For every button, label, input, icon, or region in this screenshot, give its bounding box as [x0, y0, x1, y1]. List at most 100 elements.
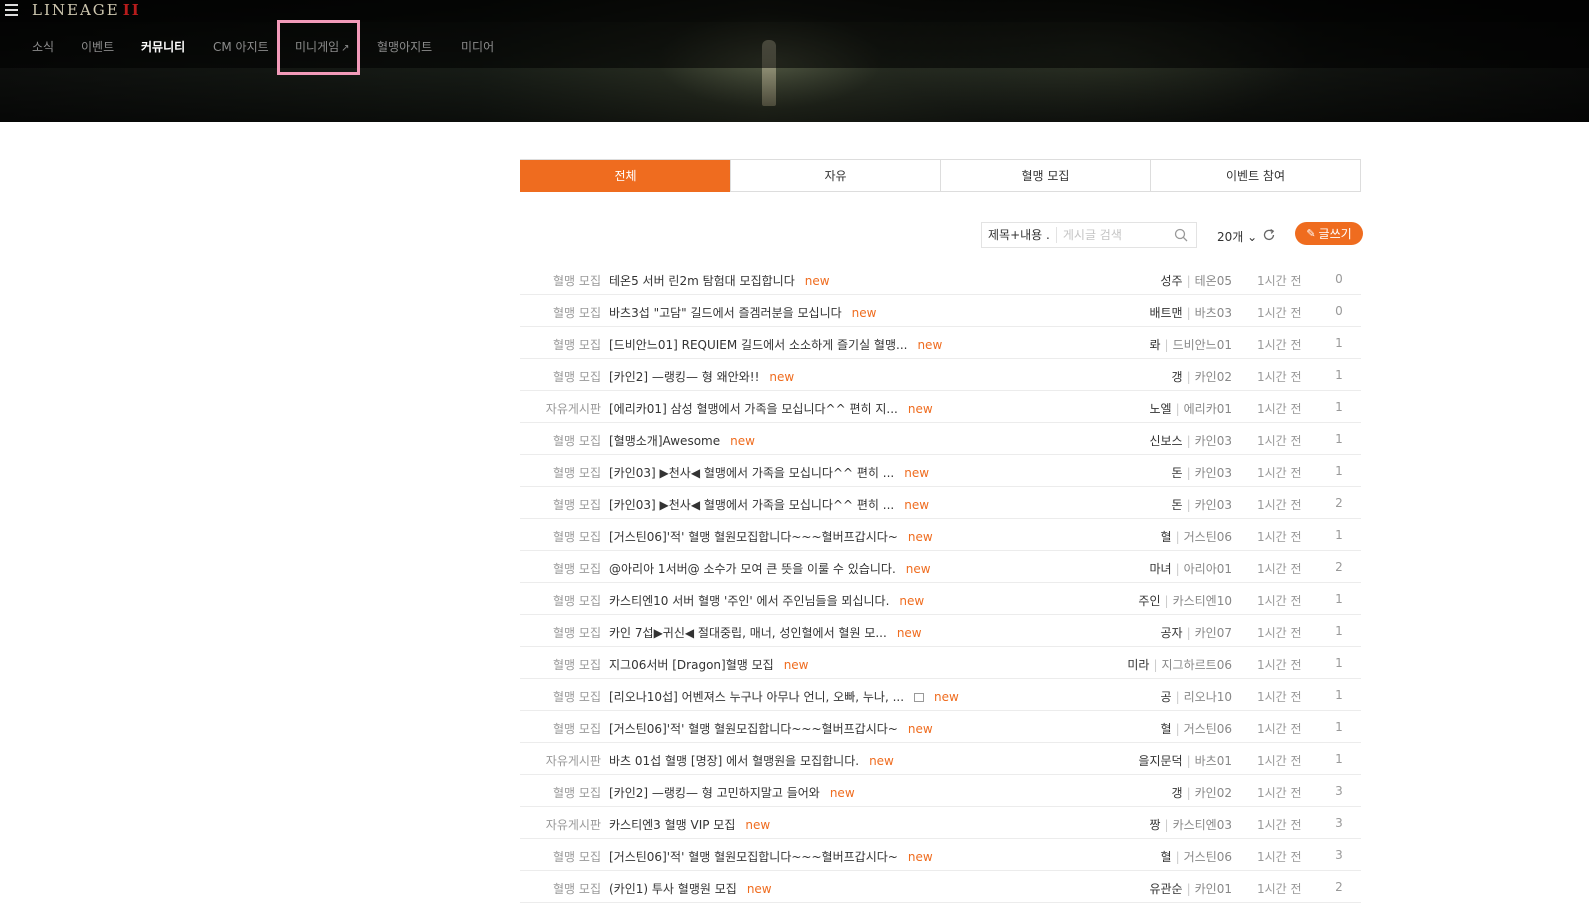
post-title-link[interactable]: 테온5 서버 린2m 탐험대 모집합니다 new	[609, 272, 830, 289]
nav-item-clan-agit[interactable]: 혈맹아지트	[377, 38, 432, 55]
search-scope-select[interactable]: 제목+내용 .	[982, 227, 1057, 243]
post-author[interactable]: 공자 | 카인07	[1161, 624, 1233, 641]
comment-count: 2	[1335, 880, 1343, 894]
hamburger-menu-icon[interactable]	[5, 4, 18, 16]
post-title-link[interactable]: 카스티엔10 서버 혈맹 '주인' 에서 주인님들을 뫼십니다. new	[609, 592, 924, 609]
post-author[interactable]: 성주 | 테온05	[1161, 272, 1233, 289]
table-row[interactable]: 혈맹 모집 테온5 서버 린2m 탐험대 모집합니다 new 성주 | 테온05 1시간 전…	[520, 263, 1361, 295]
table-row[interactable]: 혈맹 모집 [혈맹소개]Awesome new 신보스 | 카인03 1시간 전 1	[520, 423, 1361, 455]
table-row[interactable]: 혈맹 모집 [거스틴06]'적' 혈맹 혈원모집합니다~~~혈버프갑시다~ new 혈…	[520, 839, 1361, 871]
post-author[interactable]: 갱 | 카인02	[1172, 368, 1232, 385]
post-title-link[interactable]: [카인2] —랭킹— 형 고민하지말고 들어와 new	[609, 784, 855, 801]
post-author[interactable]: 을지문덕 | 바츠01	[1138, 752, 1232, 769]
write-post-button[interactable]: ✎ 글쓰기	[1295, 222, 1363, 245]
post-title: (카인1) 투사 혈맹원 모집	[609, 882, 737, 896]
post-author[interactable]: 돈 | 카인03	[1172, 496, 1232, 513]
post-author[interactable]: 혈 | 거스틴06	[1161, 528, 1232, 545]
post-author[interactable]: 혈 | 거스틴06	[1161, 848, 1232, 865]
table-row[interactable]: 혈맹 모집 [카인03] ▶천사◀ 혈맹에서 가족을 모십니다^^ 편히 ... n…	[520, 487, 1361, 519]
post-author[interactable]: 짱 | 카스티엔03	[1149, 816, 1232, 833]
post-category: 혈맹 모집	[553, 594, 601, 608]
search-input[interactable]	[1062, 228, 1181, 242]
author-separator: |	[1186, 306, 1191, 320]
table-row[interactable]: 혈맹 모집 [드비안느01] REQUIEM 길드에서 소소하게 즐기실 혈맹..…	[520, 327, 1361, 359]
table-row[interactable]: 혈맹 모집 [거스틴06]'적' 혈맹 혈원모집합니다~~~혈버프갑시다~ new 혈…	[520, 519, 1361, 551]
table-row[interactable]: 혈맹 모집 지그06서버 [Dragon]혈맹 모집 new 미라 | 지그하르트06 1시…	[520, 647, 1361, 679]
post-author[interactable]: 유관순 | 카인01	[1149, 880, 1232, 897]
comment-count: 0	[1335, 304, 1343, 318]
nav-item-news[interactable]: 소식	[32, 38, 54, 55]
page-size-select[interactable]: 20개 ⌄	[1217, 228, 1257, 245]
post-author[interactable]: 미라 | 지그하르트06	[1127, 656, 1232, 673]
table-row[interactable]: 혈맹 모집 @아리아 1서버@ 소수가 모여 큰 뜻을 이룰 수 있습니다. new…	[520, 551, 1361, 583]
post-title-link[interactable]: [거스틴06]'적' 혈맹 혈원모집합니다~~~혈버프갑시다~ new	[609, 720, 933, 737]
post-title-link[interactable]: 바츠3섭 "고담" 길드에서 즐겜러분을 모십니다 new	[609, 304, 876, 321]
table-row[interactable]: 자유게시판 카스티엔3 혈맹 VIP 모집 new 짱 | 카스티엔03 1시간 전 3	[520, 807, 1361, 839]
tab-free[interactable]: 자유	[730, 160, 940, 192]
post-title: 지그06서버 [Dragon]혈맹 모집	[609, 658, 774, 672]
table-row[interactable]: 혈맹 모집 [거스틴06]'적' 혈맹 혈원모집합니다~~~혈버프갑시다~ new 혈…	[520, 711, 1361, 743]
post-title-link[interactable]: [카인03] ▶천사◀ 혈맹에서 가족을 모십니다^^ 편히 ... new	[609, 464, 929, 481]
post-author[interactable]: 갱 | 카인02	[1172, 784, 1232, 801]
nav-item-events[interactable]: 이벤트	[81, 38, 114, 55]
author-name: 유관순	[1149, 882, 1183, 896]
table-row[interactable]: 자유게시판 [에리카01] 삼성 혈맹에서 가족을 모십니다^^ 편히 지... n…	[520, 391, 1361, 423]
table-row[interactable]: 혈맹 모집 [카인03] ▶천사◀ 혈맹에서 가족을 모십니다^^ 편히 ... n…	[520, 455, 1361, 487]
post-title-link[interactable]: 카인 7섭▶귀신◀ 절대중립, 매너, 성인혈에서 혈원 모... new	[609, 624, 922, 641]
post-title-link[interactable]: [카인03] ▶천사◀ 혈맹에서 가족을 모십니다^^ 편히 ... new	[609, 496, 929, 513]
post-title-link[interactable]: [카인2] —랭킹— 형 왜안와!! new	[609, 368, 794, 385]
post-author[interactable]: 마녀 | 아리아01	[1149, 560, 1232, 577]
author-separator: |	[1164, 338, 1169, 352]
post-author[interactable]: 돈 | 카인03	[1172, 464, 1232, 481]
nav-item-media[interactable]: 미디어	[461, 38, 494, 55]
author-separator: |	[1186, 754, 1191, 768]
post-title-link[interactable]: [거스틴06]'적' 혈맹 혈원모집합니다~~~혈버프갑시다~ new	[609, 848, 933, 865]
post-author[interactable]: 공 | 리오나10	[1161, 688, 1232, 705]
table-row[interactable]: 혈맹 모집 바츠3섭 "고담" 길드에서 즐겜러분을 모십니다 new 배트맨 | 바츠0…	[520, 295, 1361, 327]
table-row[interactable]: 혈맹 모집 카인 7섭▶귀신◀ 절대중립, 매너, 성인혈에서 혈원 모... ne…	[520, 615, 1361, 647]
comment-count: 3	[1335, 784, 1343, 798]
search-icon[interactable]	[1174, 228, 1188, 242]
nav-item-cm-agit[interactable]: CM 아지트	[213, 38, 269, 55]
new-badge: new	[851, 306, 877, 320]
author-separator: |	[1186, 786, 1191, 800]
author-server: 카인02	[1194, 786, 1232, 800]
post-title-link[interactable]: [거스틴06]'적' 혈맹 혈원모집합니다~~~혈버프갑시다~ new	[609, 528, 933, 545]
post-title-link[interactable]: [에리카01] 삼성 혈맹에서 가족을 모십니다^^ 편히 지... new	[609, 400, 933, 417]
tab-clan-recruit[interactable]: 혈맹 모집	[940, 160, 1150, 192]
post-title-link[interactable]: @아리아 1서버@ 소수가 모여 큰 뜻을 이룰 수 있습니다. new	[609, 560, 931, 577]
comment-count: 1	[1335, 400, 1343, 414]
post-title-link[interactable]: (카인1) 투사 혈맹원 모집 new	[609, 880, 772, 897]
post-title-link[interactable]: [혈맹소개]Awesome new	[609, 432, 755, 449]
post-title-link[interactable]: 지그06서버 [Dragon]혈맹 모집 new	[609, 656, 809, 673]
new-badge: new	[907, 722, 933, 736]
table-row[interactable]: 자유게시판 바츠 01섭 혈맹 [명장] 에서 혈맹원을 모집합니다. new 을지문…	[520, 743, 1361, 775]
post-title-link[interactable]: 카스티엔3 혈맹 VIP 모집 new	[609, 816, 770, 833]
table-row[interactable]: 혈맹 모집 [리오나10섭] 어벤져스 누구나 아무나 언니, 오빠, 누나, .…	[520, 679, 1361, 711]
table-row[interactable]: 혈맹 모집 (카인1) 투사 혈맹원 모집 new 유관순 | 카인01 1시간 전 2	[520, 871, 1361, 903]
lineage-logo[interactable]: LINEAGE II	[32, 1, 141, 19]
post-category: 자유게시판	[545, 402, 601, 416]
post-author[interactable]: 배트맨 | 바츠03	[1149, 304, 1232, 321]
nav-item-community[interactable]: 커뮤니티	[141, 38, 185, 55]
table-row[interactable]: 혈맹 모집 [카인2] —랭킹— 형 고민하지말고 들어와 new 갱 | 카인02 1시간…	[520, 775, 1361, 807]
post-author[interactable]: 롸 | 드비안느01	[1149, 336, 1232, 353]
table-row[interactable]: 혈맹 모집 [카인2] —랭킹— 형 왜안와!! new 갱 | 카인02 1시간 전 1	[520, 359, 1361, 391]
table-row[interactable]: 혈맹 모집 카스티엔10 서버 혈맹 '주인' 에서 주인님들을 뫼십니다. new…	[520, 583, 1361, 615]
post-author[interactable]: 주인 | 카스티엔10	[1138, 592, 1232, 609]
tab-all[interactable]: 전체	[520, 160, 730, 192]
refresh-icon[interactable]	[1262, 228, 1276, 242]
post-author[interactable]: 노엘 | 에리카01	[1149, 400, 1232, 417]
post-title-link[interactable]: 바츠 01섭 혈맹 [명장] 에서 혈맹원을 모집합니다. new	[609, 752, 894, 769]
tab-event-join[interactable]: 이벤트 참여	[1150, 160, 1360, 192]
author-separator: |	[1186, 274, 1191, 288]
new-badge: new	[904, 466, 930, 480]
post-title: 카인 7섭▶귀신◀ 절대중립, 매너, 성인혈에서 혈원 모...	[609, 626, 887, 640]
post-author[interactable]: 신보스 | 카인03	[1149, 432, 1232, 449]
post-category: 혈맹 모집	[553, 274, 601, 288]
author-name: 마녀	[1149, 562, 1172, 576]
post-title-link[interactable]: [드비안느01] REQUIEM 길드에서 소소하게 즐기실 혈맹... new	[609, 336, 942, 353]
post-category: 자유게시판	[545, 754, 601, 768]
post-author[interactable]: 혈 | 거스틴06	[1161, 720, 1232, 737]
post-title-link[interactable]: [리오나10섭] 어벤져스 누구나 아무나 언니, 오빠, 누나, ... new	[609, 688, 959, 705]
